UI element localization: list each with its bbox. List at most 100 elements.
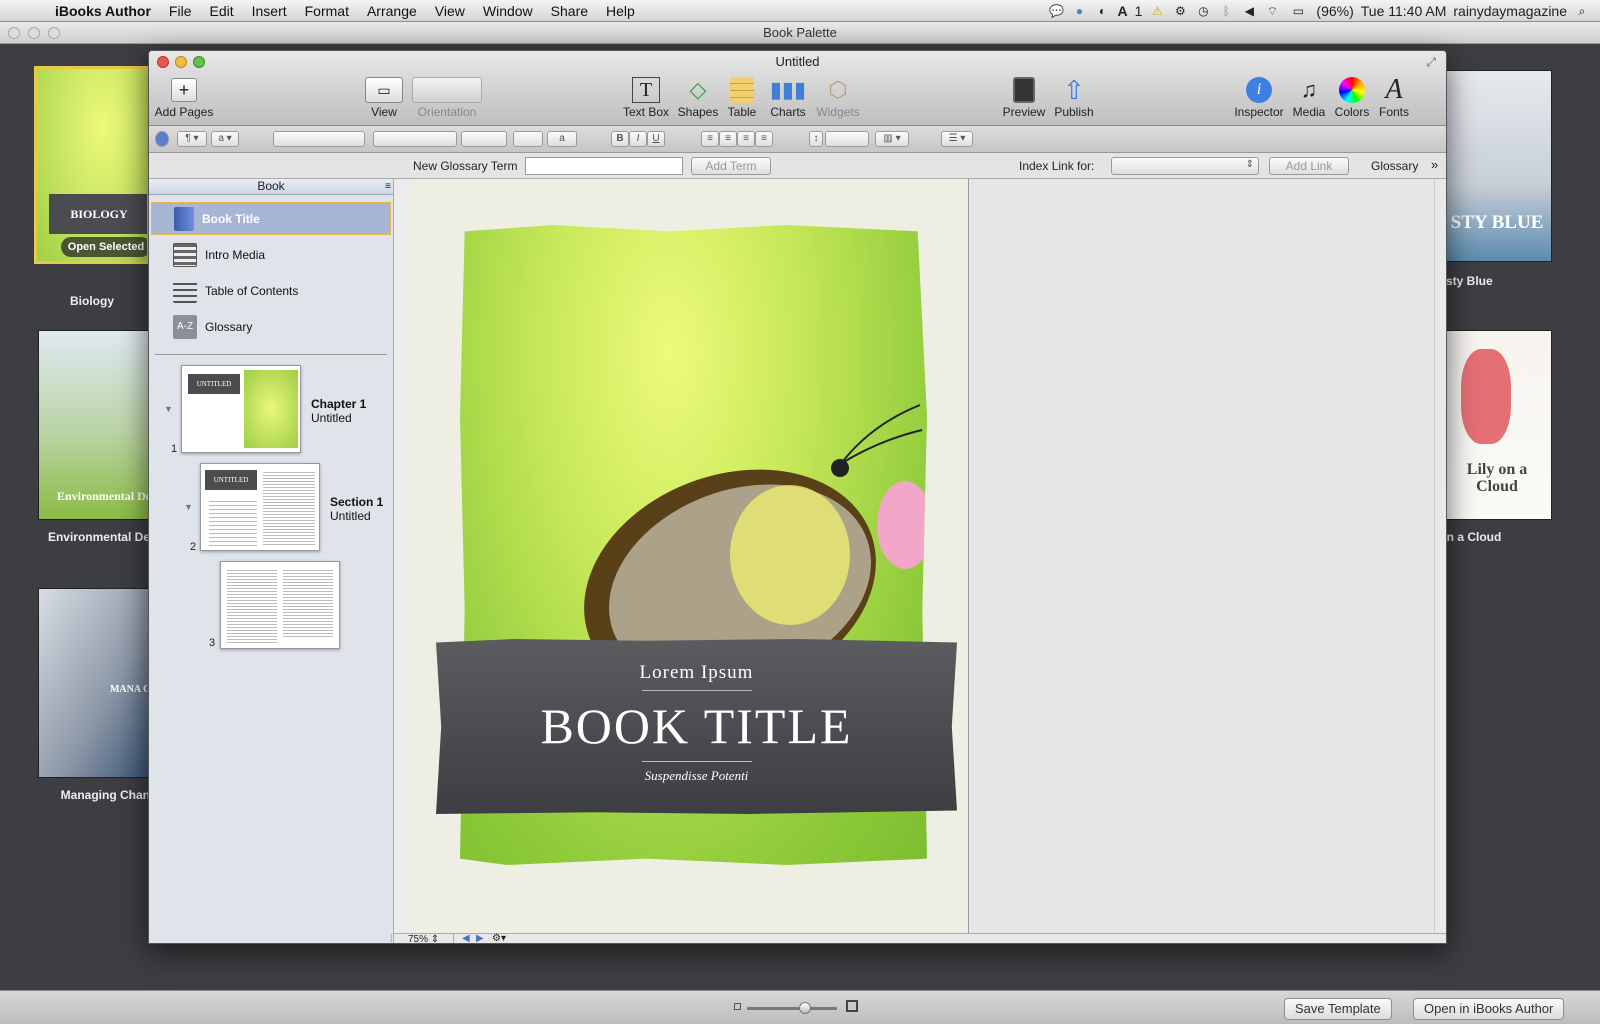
zoom-popup[interactable]: 75% ⇕ <box>408 934 454 943</box>
menu-file[interactable]: File <box>160 3 201 19</box>
resize-handle-icon[interactable]: ⁞ <box>390 934 393 943</box>
slider-knob[interactable] <box>799 1002 811 1014</box>
adobe-icon[interactable]: A <box>1117 3 1127 19</box>
sidebar-menu-icon[interactable]: ≡ <box>385 179 391 194</box>
bold-button[interactable]: B <box>611 131 629 147</box>
editing-canvas[interactable]: Lorem Ipsum BOOK TITLE Suspendisse Poten… <box>412 179 1434 933</box>
add-term-button[interactable]: Add Term <box>691 157 771 175</box>
sync-icon[interactable]: ● <box>1071 3 1087 19</box>
page-thumbnail[interactable]: UNTITLED <box>181 365 301 453</box>
align-left-button[interactable]: ≡ <box>701 131 719 147</box>
menu-app[interactable]: iBooks Author <box>46 3 160 19</box>
fonts-button[interactable]: A Fonts <box>1359 74 1429 119</box>
spotlight-search-icon[interactable]: ⌕ <box>1574 3 1590 19</box>
template-dusty-blue[interactable]: STY BLUE Dusty Blue <box>1430 70 1590 290</box>
chevron-right-icon[interactable]: » <box>1431 157 1438 172</box>
menu-help[interactable]: Help <box>597 3 644 19</box>
vertical-scrollbar[interactable] <box>1434 179 1446 933</box>
open-selected-button[interactable]: Open Selected <box>61 237 147 257</box>
orientation-button[interactable]: Orientation <box>407 75 487 119</box>
add-link-button[interactable]: Add Link <box>1269 157 1349 175</box>
font-family-popup[interactable] <box>273 131 365 147</box>
save-template-button[interactable]: Save Template <box>1284 998 1392 1020</box>
pre-title[interactable]: Lorem Ipsum <box>436 662 957 684</box>
film-icon <box>173 242 197 267</box>
publish-button[interactable]: ⇧ Publish <box>1039 75 1109 120</box>
disclosure-triangle[interactable]: ▼ <box>184 502 193 512</box>
character-style-popup[interactable]: a ▾ <box>211 131 239 147</box>
text-mode-icon[interactable] <box>155 131 169 147</box>
book-subtitle[interactable]: Suspendisse Potenti <box>436 768 957 784</box>
chat-bubble-icon[interactable]: 💬 <box>1048 3 1064 19</box>
sidebar-item-intro-media[interactable]: Intro Media <box>151 238 391 271</box>
fullscreen-icon[interactable]: ⤢ <box>1426 55 1436 70</box>
wifi-icon[interactable]: ⌔ <box>1264 3 1280 19</box>
menu-insert[interactable]: Insert <box>243 3 296 19</box>
italic-button[interactable]: I <box>629 131 647 147</box>
glossary-link[interactable]: Glossary <box>1371 159 1418 173</box>
columns-popup[interactable]: ▥ ▾ <box>875 131 909 147</box>
volume-icon[interactable]: ◀ <box>1241 3 1257 19</box>
gear-icon[interactable]: ⚙ <box>1172 3 1188 19</box>
sidebar-item-book-title[interactable]: Book Title <box>151 202 391 235</box>
thumb-text <box>209 498 257 546</box>
gear-icon[interactable]: ⚙▾ <box>492 933 506 943</box>
bluetooth-icon[interactable]: ᛒ <box>1218 3 1234 19</box>
list-style-popup[interactable]: ☰ ▾ <box>941 131 973 147</box>
menu-window[interactable]: Window <box>474 3 542 19</box>
battery-icon[interactable]: ▭ <box>1287 3 1309 19</box>
align-center-button[interactable]: ≡ <box>719 131 737 147</box>
time-machine-icon[interactable]: ◷ <box>1195 3 1211 19</box>
line-spacing-icon[interactable]: ↕ <box>809 131 823 147</box>
book-title-page[interactable]: Lorem Ipsum BOOK TITLE Suspendisse Poten… <box>412 179 969 933</box>
previous-page-icon[interactable]: ◀ <box>462 933 470 943</box>
menu-arrange[interactable]: Arrange <box>358 3 426 19</box>
moon-icon[interactable]: ◐ <box>1094 3 1110 19</box>
window-title: Untitled <box>775 54 820 69</box>
index-link-popup[interactable]: ⇕ <box>1111 157 1259 175</box>
clock[interactable]: Tue 11:40 AM <box>1361 3 1447 19</box>
sidebar-item-label: Glossary <box>205 319 253 334</box>
large-thumb-icon <box>846 1000 858 1012</box>
next-page-icon[interactable]: ▶ <box>476 933 484 943</box>
template-cover[interactable]: Environmental Des <box>38 330 150 520</box>
menu-share[interactable]: Share <box>542 3 597 19</box>
template-cover[interactable]: MANA CH <box>38 588 150 778</box>
cover-title: Lily on a Cloud <box>1466 461 1528 495</box>
title-banner[interactable]: Lorem Ipsum BOOK TITLE Suspendisse Poten… <box>436 639 957 814</box>
widgets-button[interactable]: ⬡ Widgets <box>803 75 873 119</box>
page-thumbnail[interactable] <box>220 561 340 649</box>
template-name: Managing Chan <box>60 788 150 802</box>
align-right-button[interactable]: ≡ <box>737 131 755 147</box>
publish-label: Publish <box>1054 105 1094 119</box>
template-lily-on-a-cloud[interactable]: Lily on a Cloud ly on a Cloud <box>1426 330 1590 550</box>
template-cover[interactable]: Lily on a Cloud <box>1440 330 1552 520</box>
open-in-ibooks-author-button[interactable]: Open in iBooks Author <box>1413 998 1565 1020</box>
divider <box>641 690 752 691</box>
palette-title: Book Palette <box>763 25 837 40</box>
thumbnail-size-slider[interactable] <box>747 1002 837 1014</box>
underline-button[interactable]: U <box>647 131 665 147</box>
user-name[interactable]: rainydaymagazine <box>1453 3 1567 19</box>
line-spacing-popup[interactable] <box>825 131 869 147</box>
page-thumbnail[interactable]: UNTITLED <box>200 463 320 551</box>
warning-icon[interactable]: ⚠ <box>1149 3 1165 19</box>
disclosure-triangle[interactable]: ▼ <box>164 404 173 414</box>
sidebar-item-glossary[interactable]: A-Z Glossary <box>151 310 391 343</box>
menu-edit[interactable]: Edit <box>200 3 242 19</box>
template-cover[interactable]: STY BLUE <box>1440 70 1552 262</box>
cover-title: MANA CH <box>109 684 150 695</box>
font-size-popup[interactable] <box>461 131 507 147</box>
sidebar-item-table-of-contents[interactable]: Table of Contents <box>151 274 391 307</box>
justify-button[interactable]: ≡ <box>755 131 773 147</box>
template-cover[interactable]: BIOLOGY Open Selected <box>34 66 150 264</box>
highlight-color-well[interactable]: a <box>547 131 577 147</box>
menu-format[interactable]: Format <box>296 3 358 19</box>
glossary-term-input[interactable] <box>525 157 683 175</box>
book-title[interactable]: BOOK TITLE <box>436 697 957 755</box>
paragraph-style-popup[interactable]: ¶ ▾ <box>177 131 207 147</box>
menu-view[interactable]: View <box>426 3 474 19</box>
font-typeface-popup[interactable] <box>373 131 457 147</box>
add-pages-button[interactable]: + Add Pages <box>149 75 219 119</box>
text-color-well[interactable] <box>513 131 543 147</box>
